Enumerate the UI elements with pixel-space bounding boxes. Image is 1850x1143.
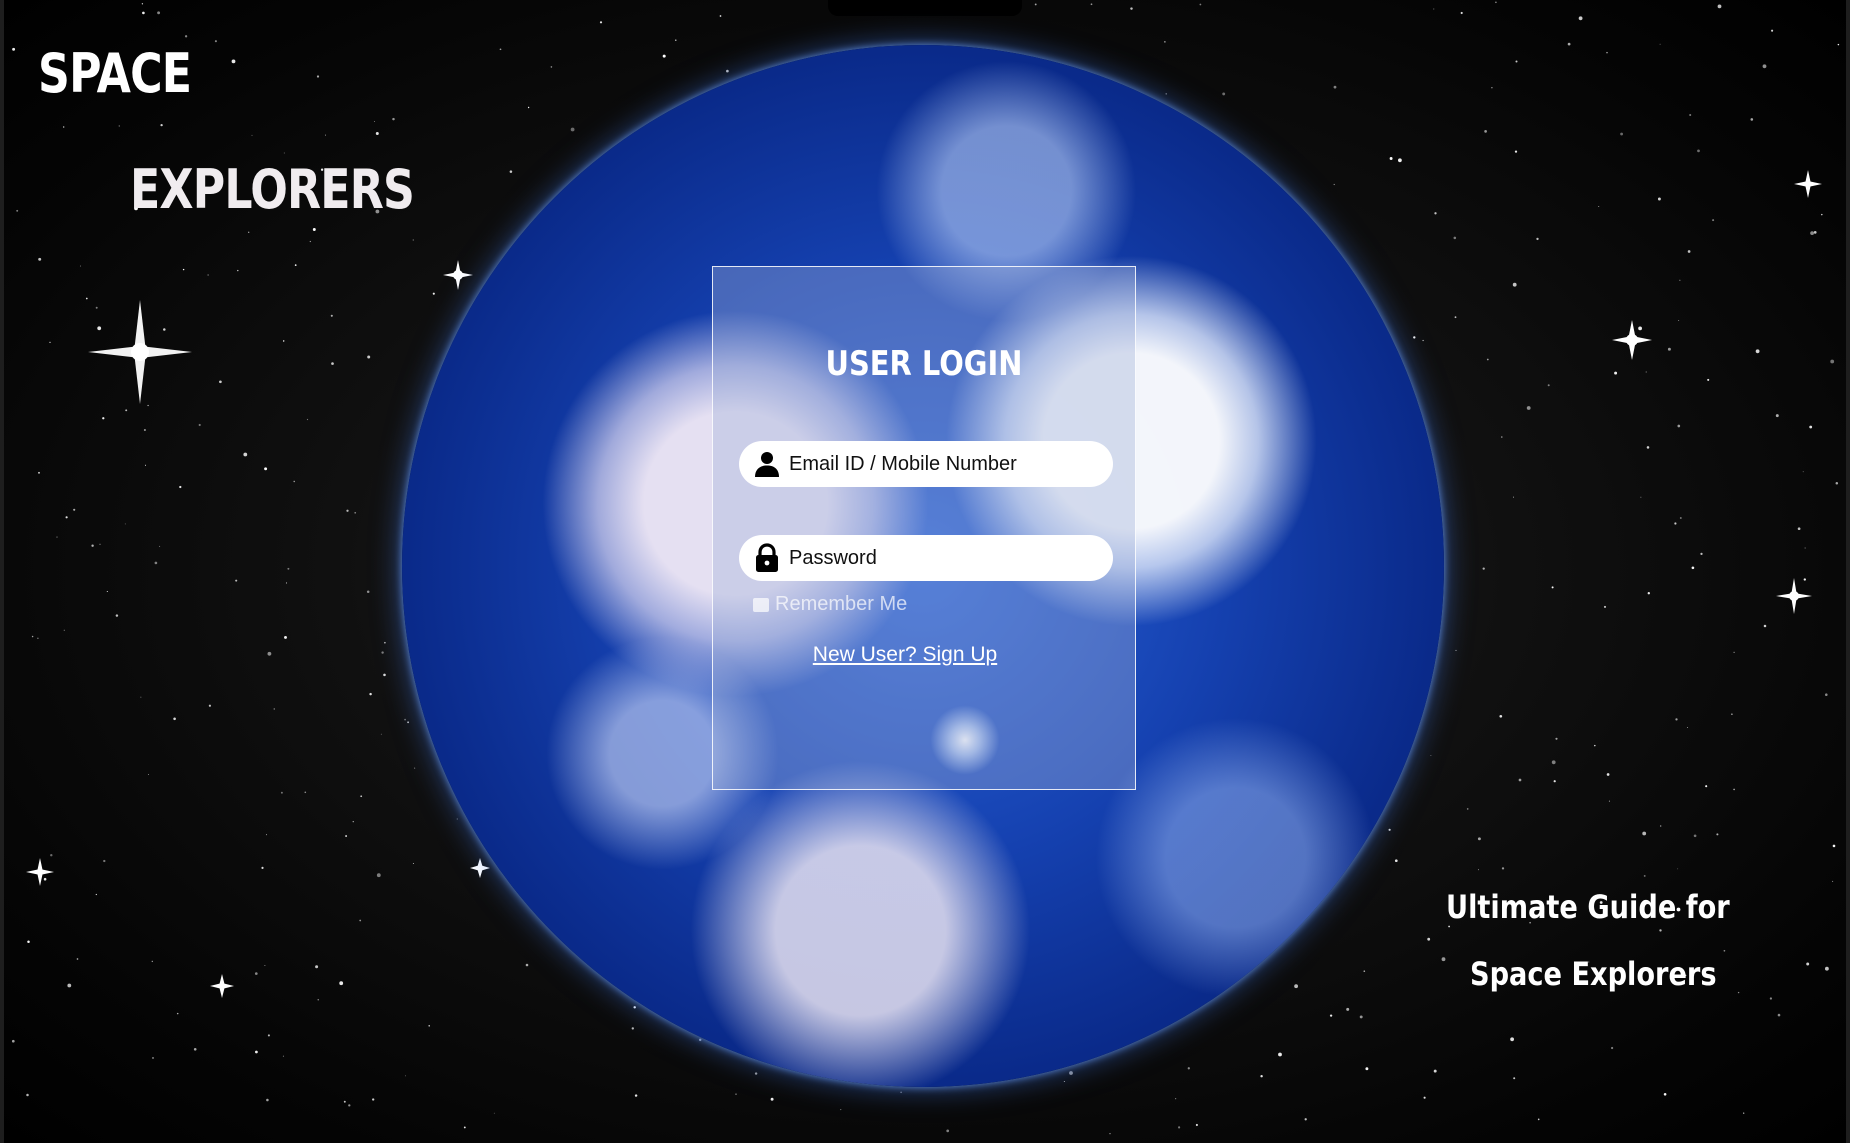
tagline-line2: Space Explorers xyxy=(1470,955,1717,993)
password-input[interactable] xyxy=(789,546,1089,570)
user-icon xyxy=(753,450,781,478)
email-input[interactable] xyxy=(789,452,1089,476)
remember-me-label: Remember Me xyxy=(775,593,908,615)
lock-icon xyxy=(753,543,781,572)
remember-me-checkbox[interactable] xyxy=(753,597,769,612)
brand-title-line1: SPACE xyxy=(38,42,192,105)
camera-notch xyxy=(828,0,1022,16)
email-field[interactable] xyxy=(739,441,1113,487)
login-card: USER LOGIN Remember Me xyxy=(712,266,1136,790)
password-field[interactable] xyxy=(739,535,1113,581)
tagline-line1: Ultimate Guide for xyxy=(1446,888,1730,926)
brand-title-line2: EXPLORERS xyxy=(130,158,415,221)
remember-me-option[interactable]: Remember Me xyxy=(753,593,907,616)
frame-edge-right xyxy=(1846,0,1850,1143)
login-screen: SPACE EXPLORERS Ultimate Guide for Space… xyxy=(0,0,1850,1143)
frame-edge-left xyxy=(0,0,4,1143)
login-title: USER LOGIN xyxy=(825,344,1023,384)
signup-link[interactable]: New User? Sign Up xyxy=(713,643,1097,667)
